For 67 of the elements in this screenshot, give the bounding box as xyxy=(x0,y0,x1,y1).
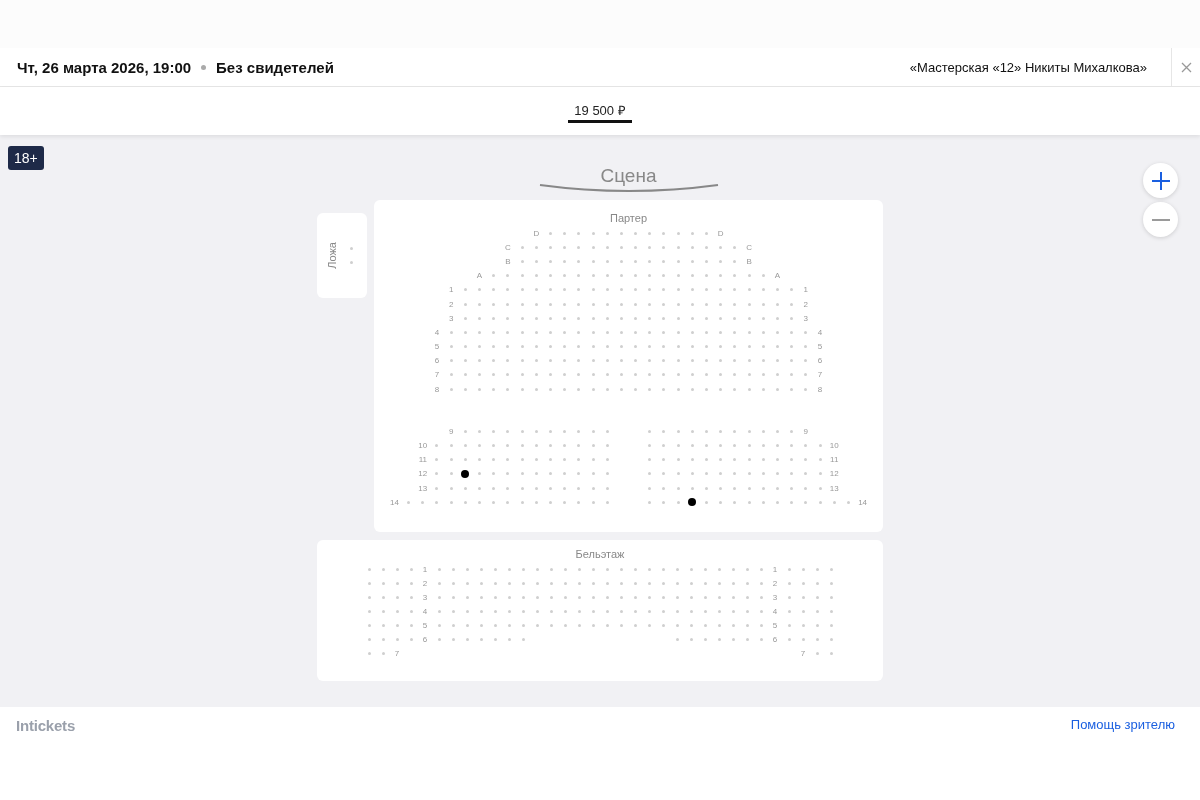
separator-dot xyxy=(201,64,207,70)
section-title: Бельэтаж xyxy=(575,548,625,560)
row-number: 4 xyxy=(772,606,778,616)
row-number: 3 xyxy=(422,592,428,602)
row-number: 2 xyxy=(422,578,428,588)
row-number: 8 xyxy=(817,384,823,394)
plus-icon xyxy=(1150,170,1171,191)
row-number: 9 xyxy=(803,426,809,436)
row-number: C xyxy=(505,242,511,252)
row-number: 2 xyxy=(448,299,454,309)
row-number: 11 xyxy=(418,455,427,465)
row-number: 6 xyxy=(434,356,440,366)
row-number: 7 xyxy=(394,648,400,658)
row-number: B xyxy=(505,256,511,266)
row-number: 4 xyxy=(817,327,823,337)
age-rating-badge: 18+ xyxy=(8,146,44,170)
row-number: 13 xyxy=(418,483,428,493)
row-number: 5 xyxy=(434,342,440,352)
row-number: 3 xyxy=(803,313,809,323)
row-number: 5 xyxy=(422,620,428,630)
row-number: 6 xyxy=(772,634,778,644)
row-number: 8 xyxy=(434,384,440,394)
row-number: 6 xyxy=(817,356,823,366)
close-icon xyxy=(1180,61,1192,73)
row-number: 1 xyxy=(448,285,454,295)
row-number: 7 xyxy=(800,648,806,658)
row-number: 1 xyxy=(803,285,809,295)
venue-name: «Мастерская «12» Никиты Михалкова» xyxy=(909,59,1147,75)
show-title: Без свидетелей xyxy=(216,58,334,76)
row-number: C xyxy=(746,242,752,252)
row-number: 2 xyxy=(803,299,809,309)
row-number: 3 xyxy=(448,313,454,323)
zoom-in-button[interactable] xyxy=(1143,163,1178,198)
row-number: 5 xyxy=(772,620,778,630)
event-date: Чт, 26 марта 2026, 19:00 xyxy=(17,58,192,76)
row-number: 2 xyxy=(772,578,778,588)
zoom-out-button[interactable] xyxy=(1143,202,1178,237)
row-number: 13 xyxy=(829,483,839,493)
section-title: Партер xyxy=(609,212,648,224)
row-number: 4 xyxy=(434,327,440,337)
row-number: A xyxy=(774,271,781,281)
row-number: 3 xyxy=(772,592,778,602)
row-number: 1 xyxy=(772,564,778,574)
row-number: 7 xyxy=(434,370,440,380)
row-number: D xyxy=(533,228,540,238)
help-link[interactable]: Помощь зрителю xyxy=(1070,717,1175,732)
row-number: 4 xyxy=(422,606,428,616)
brand-logo: Intickets xyxy=(16,717,76,734)
row-number: B xyxy=(746,256,752,266)
row-number: 12 xyxy=(418,469,428,479)
stage-label: Сцена xyxy=(600,165,657,187)
row-number: 11 xyxy=(830,455,839,465)
row-number: A xyxy=(476,271,483,281)
row-number: 7 xyxy=(817,370,823,380)
row-number: 14 xyxy=(389,497,399,507)
row-number: 12 xyxy=(829,469,839,479)
row-number: D xyxy=(717,228,724,238)
row-number: 9 xyxy=(448,426,454,436)
row-number: 10 xyxy=(829,441,839,451)
row-number: 6 xyxy=(422,634,428,644)
row-number: 10 xyxy=(418,441,428,451)
row-number: 1 xyxy=(422,564,428,574)
minus-icon xyxy=(1150,217,1171,222)
price-tab[interactable]: 19 500 ₽ xyxy=(568,87,632,123)
section-title: Ложа xyxy=(325,242,338,269)
row-number: 14 xyxy=(858,497,868,507)
row-number: 5 xyxy=(817,342,823,352)
